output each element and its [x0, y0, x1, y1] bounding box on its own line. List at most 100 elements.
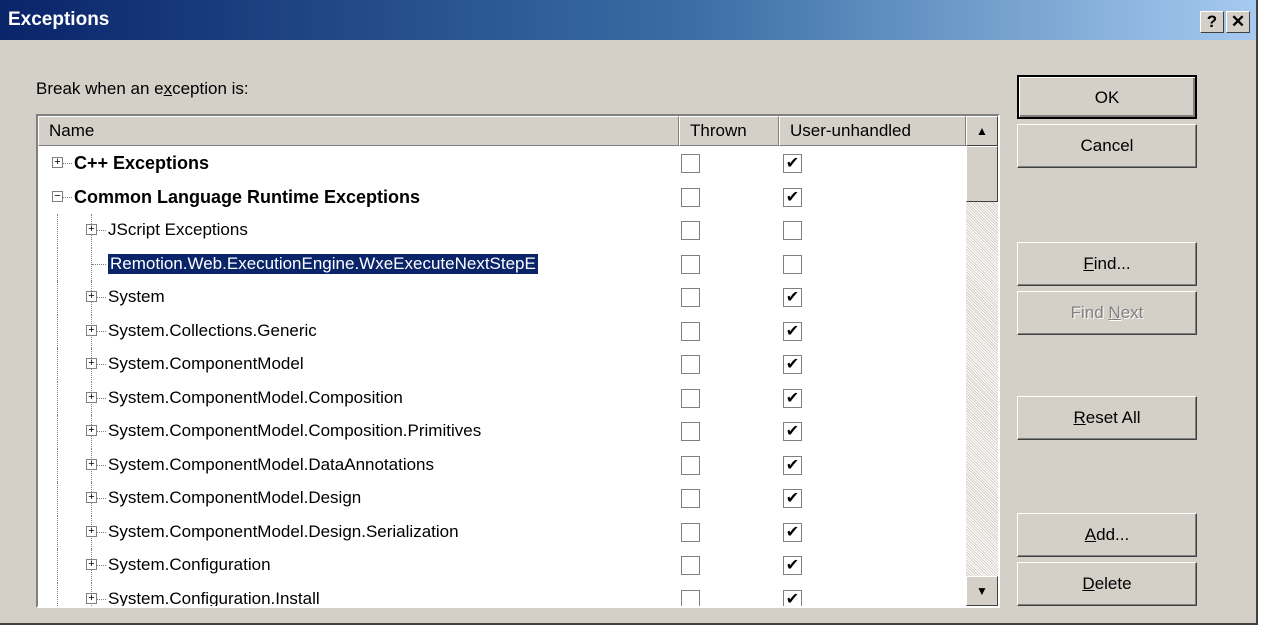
ok-button[interactable]: OK [1017, 75, 1197, 119]
expand-icon[interactable]: + [86, 425, 97, 436]
thrown-checkbox[interactable] [681, 187, 700, 207]
break-when-label: Break when an exception is: [36, 79, 249, 98]
row-label[interactable]: JScript Exceptions [108, 220, 248, 240]
expand-icon[interactable]: + [86, 291, 97, 302]
row-label[interactable]: System.ComponentModel.DataAnnotations [108, 455, 434, 475]
user-unhandled-checkbox[interactable]: ✔ [783, 489, 802, 508]
table-row[interactable]: + C++ Exceptions ✔ [38, 147, 966, 181]
thrown-checkbox[interactable] [681, 355, 700, 374]
row-label[interactable]: Common Language Runtime Exceptions [74, 187, 420, 208]
add-button[interactable]: Add... [1017, 513, 1197, 557]
exceptions-dialog: Exceptions ? ✕ Break when an exception i… [0, 0, 1258, 625]
column-header-thrown[interactable]: Thrown [679, 116, 779, 146]
row-label[interactable]: C++ Exceptions [74, 153, 209, 174]
thrown-checkbox[interactable] [681, 589, 700, 606]
row-label[interactable]: System.Collections.Generic [108, 321, 317, 341]
expand-icon[interactable]: + [86, 559, 97, 570]
expand-icon[interactable]: + [86, 525, 97, 537]
table-row[interactable]: + JScript Exceptions [38, 214, 966, 248]
table-row[interactable]: + System.Collections.Generic ✔ [38, 314, 966, 348]
row-label[interactable]: System.Configuration [108, 555, 271, 575]
find-button[interactable]: Find... [1017, 242, 1197, 286]
row-label[interactable]: System.ComponentModel.Composition [108, 388, 403, 408]
user-unhandled-checkbox[interactable]: ✔ [783, 422, 802, 441]
title-bar[interactable]: Exceptions ? ✕ [0, 0, 1256, 40]
table-row[interactable]: Remotion.Web.ExecutionEngine.WxeExecuteN… [38, 247, 966, 281]
collapse-icon[interactable]: − [52, 190, 63, 202]
thrown-checkbox[interactable] [681, 288, 700, 307]
expand-icon[interactable]: + [86, 324, 97, 336]
tree-guide [57, 281, 58, 315]
tree-guide [57, 415, 58, 449]
column-header-name[interactable]: Name [38, 116, 679, 146]
user-unhandled-checkbox[interactable]: ✔ [783, 455, 802, 475]
expand-icon[interactable]: + [86, 458, 97, 470]
tree-guide [92, 263, 106, 266]
reset-all-button[interactable]: Reset All [1017, 396, 1197, 440]
expand-icon[interactable]: + [86, 391, 97, 403]
user-unhandled-checkbox[interactable] [783, 221, 802, 240]
vertical-scrollbar[interactable]: ▲ ▼ [966, 116, 998, 606]
list-header: Name Thrown User-unhandled [38, 116, 966, 146]
close-button[interactable]: ✕ [1226, 11, 1250, 33]
table-row[interactable]: + System.ComponentModel ✔ [38, 348, 966, 382]
table-row[interactable]: + System.Configuration ✔ [38, 549, 966, 583]
thrown-checkbox[interactable] [681, 422, 700, 441]
user-unhandled-checkbox[interactable]: ✔ [783, 355, 802, 374]
user-unhandled-checkbox[interactable]: ✔ [783, 321, 802, 341]
table-row[interactable]: + System.Configuration.Install ✔ [38, 582, 966, 607]
thrown-checkbox[interactable] [681, 321, 700, 341]
table-row[interactable]: + System.ComponentModel.DataAnnotations ✔ [38, 448, 966, 482]
user-unhandled-checkbox[interactable]: ✔ [783, 556, 802, 575]
table-row[interactable]: − Common Language Runtime Exceptions ✔ [38, 181, 966, 215]
find-next-button[interactable]: Find Next [1017, 291, 1197, 335]
user-unhandled-checkbox[interactable]: ✔ [783, 187, 802, 207]
exceptions-list[interactable]: Name Thrown User-unhandled + C++ Exceptio… [36, 114, 1000, 608]
thrown-checkbox[interactable] [681, 522, 700, 542]
row-label[interactable]: System.Configuration.Install [108, 589, 320, 607]
column-header-user-unhandled[interactable]: User-unhandled [779, 116, 966, 146]
dialog-title: Exceptions [8, 9, 110, 30]
thrown-checkbox[interactable] [681, 489, 700, 508]
row-label[interactable]: System [108, 287, 165, 307]
user-unhandled-checkbox[interactable]: ✔ [783, 388, 802, 408]
tree-guide [57, 214, 58, 248]
table-row[interactable]: + System.ComponentModel.Design ✔ [38, 482, 966, 516]
thrown-checkbox[interactable] [681, 221, 700, 240]
table-row[interactable]: + System.ComponentModel.Composition ✔ [38, 381, 966, 415]
table-row[interactable]: + System.ComponentModel.Composition.Primi… [38, 415, 966, 449]
help-button[interactable]: ? [1200, 11, 1224, 33]
row-label[interactable]: System.ComponentModel.Design.Serializati… [108, 522, 459, 542]
cancel-button[interactable]: Cancel [1017, 124, 1197, 168]
user-unhandled-checkbox[interactable]: ✔ [783, 522, 802, 542]
thrown-checkbox[interactable] [681, 154, 700, 173]
scroll-thumb[interactable] [966, 146, 998, 202]
thrown-checkbox[interactable] [681, 455, 700, 475]
delete-button[interactable]: Delete [1017, 562, 1197, 606]
thrown-checkbox[interactable] [681, 556, 700, 575]
tree-guide [57, 381, 58, 415]
tree-guide [57, 448, 58, 482]
scroll-up-button[interactable]: ▲ [966, 116, 998, 146]
table-row[interactable]: + System ✔ [38, 281, 966, 315]
user-unhandled-checkbox[interactable]: ✔ [783, 288, 802, 307]
tree-guide [57, 515, 58, 549]
expand-icon[interactable]: + [86, 592, 97, 604]
row-label[interactable]: System.ComponentModel.Design [108, 488, 361, 508]
tree-guide [57, 582, 58, 606]
expand-icon[interactable]: + [86, 492, 97, 503]
expand-icon[interactable]: + [86, 358, 97, 369]
user-unhandled-checkbox[interactable]: ✔ [783, 589, 802, 606]
scroll-down-button[interactable]: ▼ [966, 576, 998, 606]
table-row[interactable]: + System.ComponentModel.Design.Serializat… [38, 515, 966, 549]
expand-icon[interactable]: + [86, 224, 97, 235]
user-unhandled-checkbox[interactable] [783, 254, 802, 274]
expand-icon[interactable]: + [52, 157, 63, 168]
tree-guide [57, 482, 58, 516]
user-unhandled-checkbox[interactable]: ✔ [783, 154, 802, 173]
row-label[interactable]: Remotion.Web.ExecutionEngine.WxeExecuteN… [107, 252, 539, 275]
thrown-checkbox[interactable] [681, 388, 700, 408]
row-label[interactable]: System.ComponentModel.Composition.Primit… [108, 421, 481, 441]
thrown-checkbox[interactable] [681, 254, 700, 274]
row-label[interactable]: System.ComponentModel [108, 354, 304, 374]
